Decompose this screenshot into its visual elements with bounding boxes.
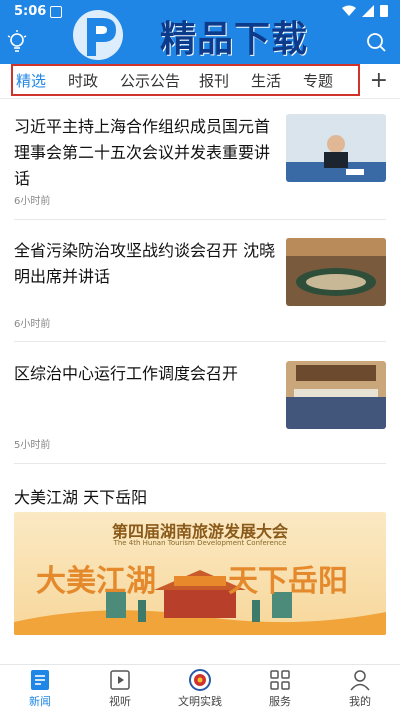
list-item[interactable]: 区综治中心运行工作调度会召开 5小时前 [14,361,386,451]
divider [14,219,386,220]
article-title: 区综治中心运行工作调度会召开 [14,364,239,383]
bottom-navigation: 新闻 视听 文明实践 服务 我的 [0,664,400,713]
article-time: 6小时前 [14,196,51,207]
banner-image[interactable]: 第四届湖南旅游发展大会 The 4th Hunan Tourism Develo… [14,512,386,635]
watermark-text: 精品下载 [160,19,309,60]
battery-icon [380,5,388,17]
nav-news[interactable]: 新闻 [0,669,80,709]
banner-title: 大美江湖 天下岳阳 [14,488,148,507]
nav-services[interactable]: 服务 [240,669,320,709]
civilization-icon [189,669,211,691]
list-item[interactable]: 全省污染防治攻坚战约谈会召开 沈晓明出席并讲话 6小时前 [14,238,386,330]
article-thumbnail [286,361,386,429]
search-icon[interactable] [366,32,386,52]
banner-slogan-right: 天下岳阳 [228,564,348,599]
lightbulb-icon[interactable] [6,30,28,54]
article-time: 5小时前 [14,440,51,451]
article-time: 6小时前 [14,319,51,330]
video-icon [110,670,130,690]
banner-subheading: The 4th Hunan Tourism Development Confer… [113,539,287,547]
status-time: 5:06 [14,4,47,19]
notification-icon [50,6,62,18]
article-title: 习近平主持上海合作组织成员国元首理事会第二十五次会议并发表重要讲话 [14,117,271,188]
watermark: 精品下载 [70,6,350,64]
nav-video[interactable]: 视听 [80,669,160,709]
banner-slogan-left: 大美江湖 [36,564,156,599]
nav-label: 视听 [109,695,131,708]
nav-profile[interactable]: 我的 [320,669,400,709]
nav-civilization[interactable]: 文明实践 [160,669,240,709]
user-icon [350,670,370,691]
nav-label: 文明实践 [178,695,222,708]
news-icon [31,670,49,690]
article-title: 全省污染防治攻坚战约谈会召开 沈晓明出席并讲话 [14,241,276,286]
signal-icon [362,4,374,17]
list-item[interactable]: 习近平主持上海合作组织成员国元首理事会第二十五次会议并发表重要讲话 6小时前 [14,114,386,207]
divider [14,341,386,342]
article-thumbnail [286,114,386,182]
watermark-logo [73,10,123,60]
nav-label: 我的 [349,695,371,708]
divider [14,463,386,464]
add-channel-icon[interactable]: + [370,68,388,93]
nav-label: 服务 [269,695,291,708]
grid-icon [270,670,290,690]
nav-label: 新闻 [29,695,51,708]
article-thumbnail [286,238,386,306]
tabs-highlight-box [11,64,360,96]
